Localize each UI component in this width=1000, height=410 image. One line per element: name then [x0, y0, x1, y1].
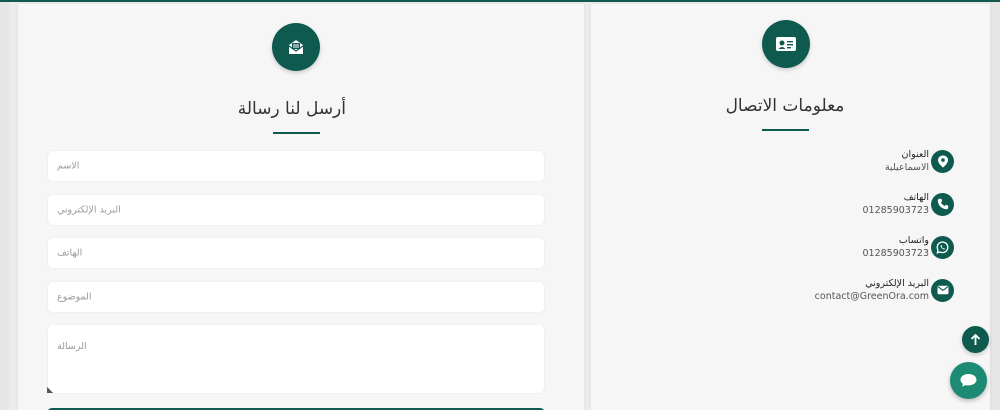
message-form-title-underline [273, 132, 320, 134]
message-textarea[interactable]: الرسالة [47, 324, 545, 394]
phone-input[interactable]: الهاتف [47, 237, 545, 269]
contact-label: البريد الإلكتروني [865, 278, 929, 289]
name-placeholder: الاسم [57, 160, 80, 172]
message-form-title: أرسل لنا رسالة [237, 99, 346, 119]
contact-item-phone: الهاتف 01285903723 [863, 191, 954, 217]
contact-info-title-underline [762, 129, 809, 131]
phone-placeholder: الهاتف [57, 247, 83, 259]
chat-button[interactable] [950, 362, 987, 399]
contact-label: واتساب [898, 235, 929, 246]
textarea-resize-handle[interactable]: ◣ [47, 386, 53, 394]
contact-value[interactable]: 01285903723 [863, 247, 930, 260]
envelope-open-icon [272, 23, 320, 71]
id-card-icon [762, 20, 810, 68]
subject-placeholder: الموضوع [57, 291, 92, 303]
mail-icon [931, 278, 954, 302]
email-input[interactable]: البريد الإلكتروني [47, 194, 545, 226]
scroll-to-top-button[interactable] [962, 326, 989, 353]
contact-value[interactable]: 01285903723 [863, 204, 930, 217]
message-placeholder: الرسالة [57, 341, 87, 352]
contact-item-whatsapp: واتساب 01285903723 [863, 234, 954, 260]
whatsapp-icon [931, 235, 954, 259]
top-accent-bar [0, 0, 1000, 2]
contact-value: الاسماعيلية [884, 162, 929, 173]
contact-label: العنوان [901, 149, 929, 160]
page-margin-right [990, 2, 1000, 410]
subject-input[interactable]: الموضوع [47, 281, 545, 313]
location-pin-icon [931, 149, 954, 173]
chat-bubble-icon [959, 373, 978, 388]
arrow-up-icon [970, 333, 981, 346]
contact-info-card: معلومات الاتصال العنوان الاسماعيلية الها… [591, 4, 990, 410]
name-input[interactable]: الاسم [47, 150, 545, 182]
contact-value[interactable]: contact@GreenOra.com [815, 290, 929, 303]
phone-icon [931, 192, 954, 216]
contact-label: الهاتف [903, 192, 929, 203]
contact-info-title: معلومات الاتصال [725, 96, 845, 116]
message-form-card: أرسل لنا رسالة الاسم البريد الإلكتروني ا… [18, 4, 584, 410]
email-placeholder: البريد الإلكتروني [57, 204, 121, 216]
contact-item-email: البريد الإلكتروني contact@GreenOra.com [815, 277, 954, 303]
page-margin-left [0, 2, 9, 410]
contact-item-address: العنوان الاسماعيلية [885, 148, 954, 174]
